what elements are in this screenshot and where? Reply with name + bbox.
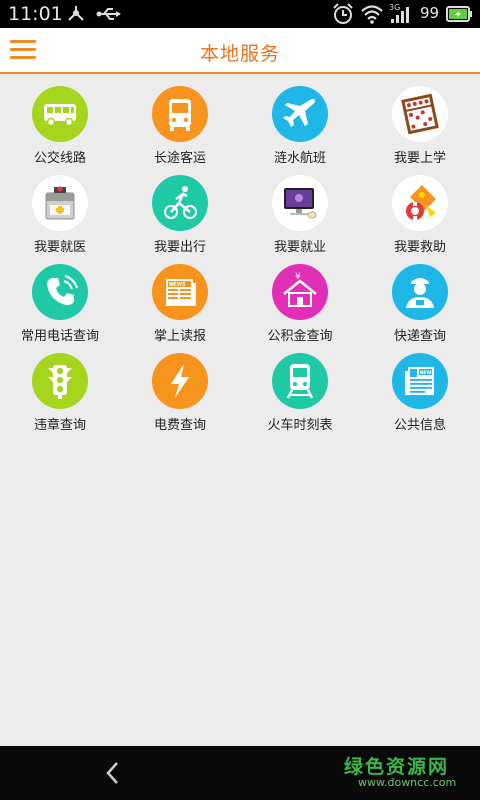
computer-icon	[272, 175, 328, 231]
svg-text:NEWS: NEWS	[169, 282, 186, 288]
service-employment[interactable]: 我要就业	[240, 173, 360, 262]
service-housing-fund[interactable]: ¥ 公积金查询	[240, 262, 360, 351]
service-public-info[interactable]: NEWS 公共信息	[360, 351, 480, 440]
service-label: 长途客运	[153, 151, 206, 166]
service-school[interactable]: 我要上学	[360, 84, 480, 173]
service-label: 常用电话查询	[20, 329, 99, 344]
newspaper-icon: NEWS	[152, 264, 208, 320]
train-icon	[272, 353, 328, 409]
alarm-icon	[333, 3, 353, 24]
watermark-title: 绿色资源网	[344, 756, 450, 778]
app-header: 本地服务	[0, 28, 480, 74]
service-label: 火车时刻表	[267, 418, 333, 433]
phone-icon	[32, 264, 88, 320]
service-newspaper[interactable]: NEWS 掌上读报	[120, 262, 240, 351]
watermark-url: www.downcc.com	[358, 776, 457, 789]
service-courier[interactable]: 快递查询	[360, 262, 480, 351]
service-medical[interactable]: 我要就医	[0, 173, 120, 262]
news-paper-icon: NEWS	[392, 353, 448, 409]
coach-icon	[152, 86, 208, 142]
usb-icon	[96, 8, 121, 20]
signal-icon	[391, 7, 409, 23]
medical-kit-icon	[32, 175, 88, 231]
svg-text:NEWS: NEWS	[420, 370, 435, 376]
service-label: 我要救助	[393, 240, 446, 255]
service-label: 涟水航班	[273, 151, 326, 166]
service-train-schedule[interactable]: 火车时刻表	[240, 351, 360, 440]
service-label: 我要就医	[33, 240, 86, 255]
service-label: 电费查询	[153, 418, 206, 433]
service-phone-directory[interactable]: 常用电话查询	[0, 262, 120, 351]
service-label: 公积金查询	[267, 329, 333, 344]
service-label: 我要出行	[153, 240, 206, 255]
house-fund-icon: ¥	[272, 264, 328, 320]
service-bus-routes[interactable]: 公交线路	[0, 84, 120, 173]
status-time: 11:01	[8, 3, 63, 25]
service-label: 公共信息	[393, 418, 446, 433]
navigation-bar: 绿色资源网 www.downcc.com	[0, 746, 480, 800]
service-label: 我要就业	[273, 240, 326, 255]
svg-text:¥: ¥	[295, 272, 301, 282]
airplane-icon	[272, 86, 328, 142]
service-long-distance-coach[interactable]: 长途客运	[120, 84, 240, 173]
page-title: 本地服务	[199, 43, 280, 65]
status-bar: 11:01 3G 99	[0, 0, 480, 28]
lightning-icon	[152, 353, 208, 409]
service-label: 掌上读报	[153, 329, 206, 344]
traffic-light-icon	[32, 353, 88, 409]
service-label: 违章查询	[33, 418, 86, 433]
cyclist-icon	[152, 175, 208, 231]
service-rescue[interactable]: 我要救助	[360, 173, 480, 262]
service-travel[interactable]: 我要出行	[120, 173, 240, 262]
battery-level: 99	[420, 4, 440, 22]
service-label: 快递查询	[393, 329, 446, 344]
abacus-icon	[392, 86, 448, 142]
service-traffic-violation[interactable]: 违章查询	[0, 351, 120, 440]
service-label: 公交线路	[33, 151, 86, 166]
wifi-icon	[361, 5, 383, 24]
service-label: 我要上学	[393, 151, 446, 166]
service-electricity[interactable]: 电费查询	[120, 351, 240, 440]
lifebuoy-icon	[392, 175, 448, 231]
service-flights[interactable]: 涟水航班	[240, 84, 360, 173]
network-share-icon	[68, 6, 84, 21]
battery-icon	[446, 6, 472, 22]
courier-icon	[392, 264, 448, 320]
bus-icon	[32, 86, 88, 142]
back-chevron-icon[interactable]	[98, 758, 128, 788]
